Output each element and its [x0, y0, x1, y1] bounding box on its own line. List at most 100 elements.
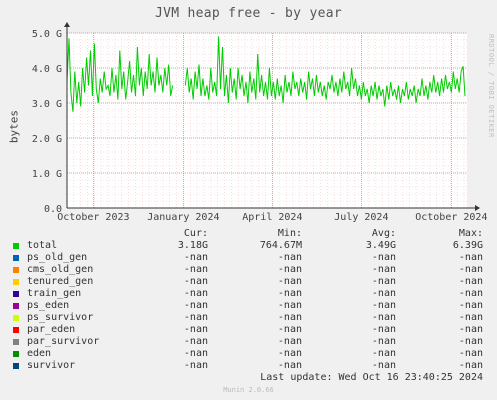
plot-area	[67, 33, 467, 208]
legend-swatch	[13, 303, 19, 309]
legend-row: train_gen -nan -nan -nan -nan	[10, 288, 490, 300]
x-tick-label: April 2024	[242, 212, 302, 223]
legend-value-min: -nan	[277, 348, 302, 359]
legend-series-name: ps_old_gen	[27, 252, 88, 263]
legend-swatch	[13, 351, 19, 357]
legend-header-cur: Cur:	[183, 228, 208, 239]
x-tick-label: October 2024	[415, 212, 487, 223]
legend-value-max: -nan	[458, 288, 483, 299]
legend-value-max: -nan	[458, 312, 483, 323]
legend-value-min: -nan	[277, 360, 302, 371]
y-tick-label: 5.0 G	[32, 29, 62, 40]
legend-header-avg: Avg:	[371, 228, 396, 239]
legend-value-cur: -nan	[183, 288, 208, 299]
legend-value-min: -nan	[277, 312, 302, 323]
legend-value-max: -nan	[458, 252, 483, 263]
legend-value-cur: -nan	[183, 264, 208, 275]
legend-row: ps_survivor -nan -nan -nan -nan	[10, 312, 490, 324]
y-tick-label: 4.0 G	[32, 64, 62, 75]
legend-value-min: -nan	[277, 324, 302, 335]
legend-swatch	[13, 327, 19, 333]
legend-series-name: par_survivor	[27, 336, 100, 347]
legend-value-max: -nan	[458, 336, 483, 347]
legend-swatch	[13, 339, 19, 345]
legend-value-avg: -nan	[371, 324, 396, 335]
y-tick-label: 1.0 G	[32, 169, 62, 180]
legend-row: ps_old_gen -nan -nan -nan -nan	[10, 252, 490, 264]
legend-value-avg: -nan	[371, 348, 396, 359]
legend-series-name: ps_eden	[27, 300, 70, 311]
legend-value-cur: -nan	[183, 360, 208, 371]
legend-value-min: -nan	[277, 288, 302, 299]
legend-value-max: -nan	[458, 300, 483, 311]
last-update: Last update: Wed Oct 16 23:40:25 2024	[260, 372, 483, 383]
legend-row: survivor -nan -nan -nan -nan	[10, 360, 490, 372]
legend-rows: total 3.18G 764.67M 3.49G 6.39G ps_old_gen -na…	[10, 240, 490, 372]
legend-value-cur: -nan	[183, 276, 208, 287]
legend-value-cur: -nan	[183, 324, 208, 335]
legend-value-cur: -nan	[183, 348, 208, 359]
legend-swatch	[13, 255, 19, 261]
legend-swatch	[13, 315, 19, 321]
legend: Cur: Min: Avg: Max: total 3.18G 764.67M 3.4…	[10, 228, 490, 372]
y-tick-label: 2.0 G	[32, 134, 62, 145]
legend-series-name: tenured_gen	[27, 276, 94, 287]
legend-value-max: -nan	[458, 324, 483, 335]
legend-value-cur: -nan	[183, 336, 208, 347]
legend-value-avg: -nan	[371, 276, 396, 287]
legend-value-cur: 3.18G	[177, 240, 208, 251]
legend-value-avg: -nan	[371, 300, 396, 311]
legend-value-min: 764.67M	[259, 240, 302, 251]
legend-swatch	[13, 291, 19, 297]
legend-value-max: -nan	[458, 264, 483, 275]
legend-value-avg: -nan	[371, 288, 396, 299]
legend-value-cur: -nan	[183, 252, 208, 263]
legend-swatch	[13, 279, 19, 285]
legend-series-name: survivor	[27, 360, 76, 371]
legend-row: par_survivor -nan -nan -nan -nan	[10, 336, 490, 348]
legend-series-name: par_eden	[27, 324, 76, 335]
legend-value-min: -nan	[277, 264, 302, 275]
munin-version: Munin 2.0.66	[223, 386, 274, 394]
legend-row: par_eden -nan -nan -nan -nan	[10, 324, 490, 336]
legend-row: total 3.18G 764.67M 3.49G 6.39G	[10, 240, 490, 252]
legend-value-avg: -nan	[371, 360, 396, 371]
legend-value-avg: -nan	[371, 264, 396, 275]
legend-series-name: train_gen	[27, 288, 82, 299]
legend-value-cur: -nan	[183, 312, 208, 323]
y-tick-label: 3.0 G	[32, 99, 62, 110]
legend-swatch	[13, 243, 19, 249]
legend-series-name: ps_survivor	[27, 312, 94, 323]
legend-value-cur: -nan	[183, 300, 208, 311]
legend-value-max: -nan	[458, 348, 483, 359]
legend-value-avg: 3.49G	[365, 240, 396, 251]
x-axis-arrow	[475, 205, 480, 211]
legend-series-name: total	[27, 240, 58, 251]
legend-series-name: eden	[27, 348, 52, 359]
chart-svg: 0.01.0 G2.0 G3.0 G4.0 G5.0 GOctober 2023…	[32, 22, 487, 223]
legend-swatch	[13, 267, 19, 273]
legend-value-max: -nan	[458, 360, 483, 371]
legend-value-avg: -nan	[371, 312, 396, 323]
legend-header: Cur: Min: Avg: Max:	[10, 228, 490, 240]
legend-value-min: -nan	[277, 252, 302, 263]
legend-value-min: -nan	[277, 300, 302, 311]
x-tick-label: January 2024	[147, 212, 219, 223]
legend-value-max: -nan	[458, 276, 483, 287]
legend-swatch	[13, 363, 19, 369]
legend-value-max: 6.39G	[452, 240, 483, 251]
legend-value-avg: -nan	[371, 336, 396, 347]
legend-value-min: -nan	[277, 276, 302, 287]
legend-row: ps_eden -nan -nan -nan -nan	[10, 300, 490, 312]
legend-series-name: cms_old_gen	[27, 264, 94, 275]
legend-header-min: Min:	[277, 228, 302, 239]
legend-row: cms_old_gen -nan -nan -nan -nan	[10, 264, 490, 276]
x-tick-label: July 2024	[334, 212, 388, 223]
legend-value-avg: -nan	[371, 252, 396, 263]
y-axis-arrow	[64, 22, 70, 27]
x-tick-label: October 2023	[57, 212, 129, 223]
legend-value-min: -nan	[277, 336, 302, 347]
legend-row: eden -nan -nan -nan -nan	[10, 348, 490, 360]
legend-row: tenured_gen -nan -nan -nan -nan	[10, 276, 490, 288]
legend-header-max: Max:	[458, 228, 483, 239]
